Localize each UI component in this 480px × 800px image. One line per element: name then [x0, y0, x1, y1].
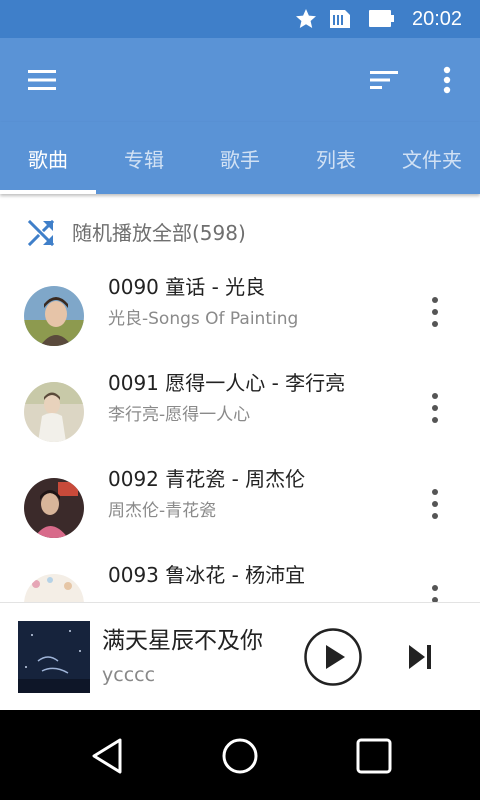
song-title: 0090 童话 - 光良: [108, 275, 266, 299]
tab-artists[interactable]: 歌手: [192, 122, 288, 194]
status-time: 20:02: [412, 8, 463, 30]
more-vert-icon[interactable]: [424, 580, 446, 602]
menu-icon[interactable]: [22, 64, 62, 96]
more-vert-icon[interactable]: [430, 62, 464, 98]
more-vert-icon[interactable]: [424, 292, 446, 332]
song-title: 0091 愿得一人心 - 李行亮: [108, 371, 346, 395]
now-playing-artist: ycccc: [102, 664, 156, 686]
more-vert-icon[interactable]: [424, 484, 446, 524]
sim-card-icon: [330, 10, 350, 28]
shuffle-icon: [27, 219, 55, 247]
more-vert-icon[interactable]: [424, 388, 446, 428]
now-playing-title: 满天星辰不及你: [102, 628, 263, 654]
status-bar: 20:02: [0, 0, 480, 38]
song-list: 0090 童话 - 光良 光良-Songs Of Painting 0091 愿…: [0, 272, 480, 602]
tab-songs[interactable]: 歌曲: [0, 122, 96, 194]
album-cover: [24, 574, 84, 602]
back-icon[interactable]: [88, 736, 128, 776]
album-cover: [24, 286, 84, 346]
tab-folders[interactable]: 文件夹: [384, 122, 480, 194]
tab-albums[interactable]: 专辑: [96, 122, 192, 194]
play-icon[interactable]: [303, 627, 363, 687]
recents-icon[interactable]: [354, 736, 394, 776]
battery-icon: [369, 10, 394, 27]
star-icon: [296, 9, 316, 28]
home-icon[interactable]: [220, 736, 260, 776]
song-subtitle: 光良-Songs Of Painting: [108, 309, 299, 329]
shuffle-all-row[interactable]: 随机播放全部(598): [0, 194, 480, 272]
list-item[interactable]: 0093 鲁冰花 - 杨沛宜: [0, 563, 480, 602]
now-playing-bar[interactable]: 满天星辰不及你 ycccc: [0, 602, 480, 710]
tab-bar: 歌曲 专辑 歌手 列表 文件夹: [0, 122, 480, 194]
skip-next-icon[interactable]: [405, 641, 435, 673]
app-bar: [0, 38, 480, 122]
song-title: 0092 青花瓷 - 周杰伦: [108, 467, 306, 491]
album-cover: [24, 478, 84, 538]
song-subtitle: 李行亮-愿得一人心: [108, 405, 251, 425]
shuffle-all-label: 随机播放全部(598): [72, 221, 246, 245]
system-nav-bar: [0, 710, 480, 800]
album-cover: [24, 382, 84, 442]
song-title: 0093 鲁冰花 - 杨沛宜: [108, 563, 306, 587]
sort-icon[interactable]: [364, 64, 404, 96]
now-playing-cover: [18, 621, 90, 693]
song-subtitle: 周杰伦-青花瓷: [108, 501, 217, 521]
tab-playlists[interactable]: 列表: [288, 122, 384, 194]
